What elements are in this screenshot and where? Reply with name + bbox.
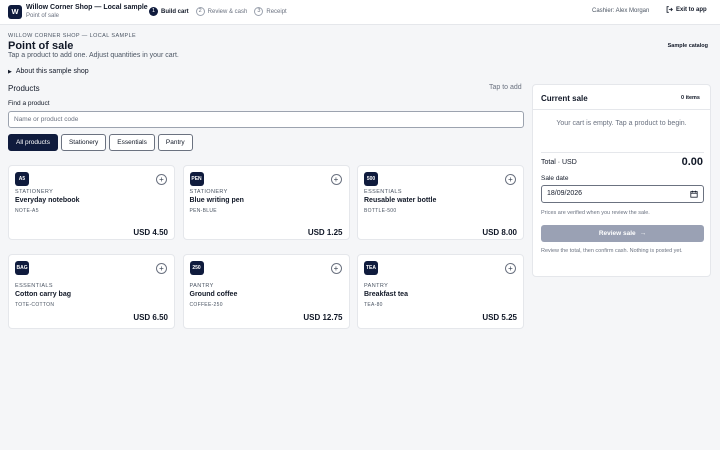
filter-essentials[interactable]: Essentials [109, 134, 155, 151]
progress-steps: 1 Build cart 2 Review & cash 3 Receipt [149, 7, 294, 16]
product-badge: A5 [15, 172, 29, 186]
product-name: Breakfast tea [364, 291, 408, 298]
about-label: About this sample shop [15, 68, 89, 75]
filter-pantry[interactable]: Pantry [157, 134, 193, 151]
product-price: USD 8.00 [482, 228, 517, 237]
product-sku: TEA-80 [364, 302, 383, 308]
divider [541, 152, 704, 153]
add-icon[interactable]: + [505, 174, 516, 185]
page-title: Point of sale [8, 40, 74, 52]
disclosure-triangle-icon: ▶ [8, 68, 12, 75]
arrow-right-icon: → [639, 230, 647, 237]
exit-icon [666, 6, 673, 13]
total-label: Total · USD [541, 159, 577, 166]
step-receipt: 3 Receipt [254, 7, 287, 16]
step-number: 3 [254, 7, 264, 16]
step-label: Receipt [266, 8, 287, 15]
shop-label: WILLOW CORNER SHOP — LOCAL SAMPLE [8, 33, 137, 39]
app-title: Willow Corner Shop — Local sample [26, 4, 148, 11]
product-sku: TOTE-COTTON [15, 302, 55, 308]
find-product-label: Find a product [8, 100, 50, 107]
exit-to-app-button[interactable]: Exit to app [666, 6, 707, 13]
product-price: USD 12.75 [303, 313, 343, 322]
product-category: PANTRY [364, 283, 389, 289]
product-category: ESSENTIALS [364, 189, 402, 195]
filter-stationery[interactable]: Stationery [60, 134, 107, 151]
filter-all-products[interactable]: All products [8, 134, 58, 151]
product-name: Blue writing pen [189, 197, 244, 204]
product-category: ESSENTIALS [15, 283, 53, 289]
page-description: Tap a product to add one. Adjust quantit… [8, 52, 179, 59]
product-price: USD 5.25 [482, 313, 517, 322]
step-review-cash: 2 Review & cash [195, 7, 248, 16]
product-name: Everyday notebook [15, 197, 80, 204]
product-sku: PEN-BLUE [189, 208, 217, 214]
product-name: Cotton carry bag [15, 291, 72, 298]
exit-label: Exit to app [676, 6, 707, 13]
product-sku: NOTE-A5 [15, 208, 39, 214]
product-card-cotton-carry-bag[interactable]: BAG + ESSENTIALS Cotton carry bag TOTE-C… [8, 254, 175, 329]
product-name: Ground coffee [189, 291, 238, 298]
sale-date-input[interactable]: 18/09/2026 [541, 185, 704, 203]
product-price: USD 4.50 [133, 228, 168, 237]
product-sku: COFFEE-250 [189, 302, 223, 308]
add-icon[interactable]: + [505, 263, 516, 274]
app-subtitle: Point of sale [26, 13, 60, 19]
step-number: 2 [195, 7, 205, 16]
item-count: 0 items [681, 95, 700, 101]
review-sale-button[interactable]: Review sale → [541, 225, 704, 242]
add-icon[interactable]: + [156, 174, 167, 185]
verify-note: Prices are verified when you review the … [541, 210, 650, 216]
product-card-ground-coffee[interactable]: 250 + PANTRY Ground coffee COFFEE-250 US… [182, 254, 350, 329]
product-grid: A5 + STATIONERY Everyday notebook NOTE-A… [8, 165, 524, 329]
product-price: USD 1.25 [307, 228, 343, 237]
product-badge: PEN [189, 172, 204, 186]
product-name: Reusable water bottle [364, 197, 437, 204]
current-sale-panel: Current sale 0 items Your cart is empty.… [532, 84, 711, 277]
tap-to-add-hint: Tap to add [489, 84, 522, 91]
add-icon[interactable]: + [156, 263, 167, 274]
sample-catalog-badge: Sample catalog [667, 43, 708, 49]
confirm-note: Review the total, then confirm cash. Not… [541, 248, 683, 254]
product-category: STATIONERY [189, 189, 228, 195]
divider [533, 109, 710, 110]
product-card-reusable-water-bottle[interactable]: 500 + ESSENTIALS Reusable water bottle B… [357, 165, 524, 240]
product-card-breakfast-tea[interactable]: TEA + PANTRY Breakfast tea TEA-80 USD 5.… [357, 254, 524, 329]
product-badge: 250 [189, 261, 204, 275]
about-disclosure[interactable]: ▶ About this sample shop [8, 68, 89, 75]
product-badge: TEA [364, 261, 378, 275]
step-label: Build cart [161, 8, 189, 15]
step-number: 1 [149, 7, 158, 16]
calendar-icon[interactable] [690, 190, 698, 198]
add-icon[interactable]: + [330, 174, 342, 185]
product-badge: BAG [15, 261, 30, 275]
total-amount: 0.00 [681, 156, 703, 168]
top-bar: W Willow Corner Shop — Local sample Poin… [0, 0, 720, 25]
step-build-cart: 1 Build cart [149, 7, 189, 16]
app-logo: W [8, 5, 22, 19]
sale-date-label: Sale date [541, 175, 569, 182]
step-label: Review & cash [207, 8, 248, 15]
review-sale-label: Review sale [598, 230, 636, 237]
empty-cart-message: Your cart is empty. Tap a product to beg… [556, 120, 687, 127]
add-icon[interactable]: + [330, 263, 342, 274]
cashier-name: Cashier: Alex Morgan [592, 8, 650, 14]
product-card-everyday-notebook[interactable]: A5 + STATIONERY Everyday notebook NOTE-A… [8, 165, 175, 240]
products-heading: Products [8, 84, 40, 93]
category-filters: All products Stationery Essentials Pantr… [8, 134, 196, 151]
product-badge: 500 [364, 172, 378, 186]
product-sku: BOTTLE-500 [364, 208, 397, 214]
product-category: PANTRY [189, 283, 214, 289]
product-category: STATIONERY [15, 189, 54, 195]
sale-title: Current sale [541, 94, 588, 103]
product-price: USD 6.50 [133, 313, 168, 322]
sale-date-value: 18/09/2026 [547, 190, 583, 197]
product-card-blue-writing-pen[interactable]: PEN + STATIONERY Blue writing pen PEN-BL… [182, 165, 350, 240]
product-search-input[interactable] [8, 111, 524, 128]
